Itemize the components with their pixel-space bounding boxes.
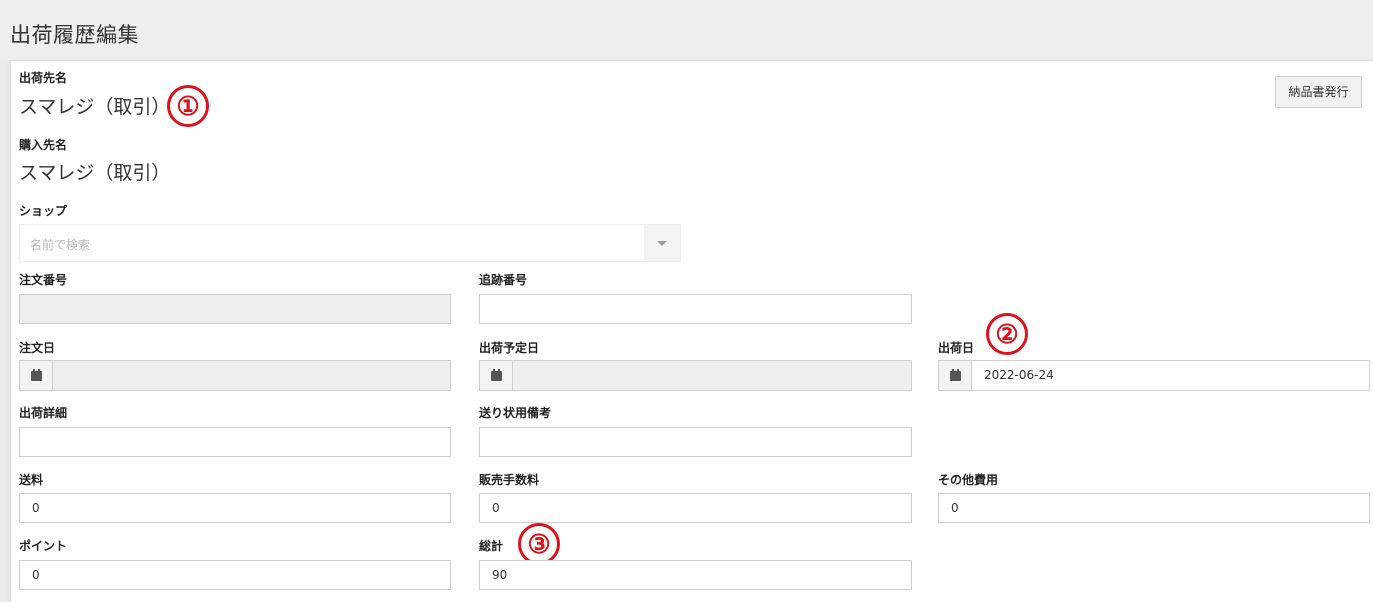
shop-label: ショップ bbox=[19, 204, 68, 218]
tracking-number-input[interactable] bbox=[479, 294, 912, 324]
total-input[interactable]: 90 bbox=[479, 560, 912, 590]
calendar-icon bbox=[950, 369, 961, 381]
shop-select-toggle[interactable] bbox=[644, 225, 680, 261]
invoice-note-label: 送り状用備考 bbox=[479, 406, 552, 420]
order-number-label: 注文番号 bbox=[19, 273, 68, 287]
buyer-label: 購入先名 bbox=[19, 138, 68, 152]
invoice-note-input[interactable] bbox=[479, 427, 912, 457]
calendar-icon bbox=[31, 369, 42, 381]
ship-date-label: 出荷日 bbox=[938, 341, 975, 355]
ship-to-label: 出荷先名 bbox=[19, 71, 68, 85]
page-title: 出荷履歴編集 bbox=[10, 23, 139, 47]
ship-details-input[interactable] bbox=[19, 427, 451, 457]
order-date-field bbox=[53, 361, 450, 390]
other-costs-input[interactable]: 0 bbox=[938, 493, 1370, 523]
edit-form-panel: 出荷先名 スマレジ（取引） ① 納品書発行 購入先名 スマレジ（取引） ショップ… bbox=[10, 60, 1373, 602]
page-header: 出荷履歴編集 bbox=[0, 0, 1373, 60]
points-label: ポイント bbox=[19, 539, 68, 553]
calendar-icon bbox=[491, 369, 502, 381]
order-date-label: 注文日 bbox=[19, 341, 56, 355]
shop-select[interactable]: 名前で検索 bbox=[19, 224, 681, 262]
scheduled-ship-date-label: 出荷予定日 bbox=[479, 341, 540, 355]
shop-select-placeholder: 名前で検索 bbox=[30, 238, 91, 252]
tracking-number-label: 追跡番号 bbox=[479, 273, 528, 287]
points-input[interactable]: 0 bbox=[19, 560, 451, 590]
chevron-down-icon bbox=[657, 241, 667, 246]
scheduled-ship-date-field bbox=[513, 361, 911, 390]
annotation-marker-2: ② bbox=[986, 313, 1028, 355]
ship-date-calendar-button[interactable] bbox=[939, 361, 972, 390]
shipping-fee-input[interactable]: 0 bbox=[19, 493, 451, 523]
shipping-fee-label: 送料 bbox=[19, 473, 44, 487]
sales-commission-label: 販売手数料 bbox=[479, 473, 540, 487]
annotation-marker-3: ③ bbox=[518, 523, 560, 565]
ship-date-group: 2022-06-24 bbox=[938, 360, 1370, 391]
ship-date-input[interactable]: 2022-06-24 bbox=[972, 361, 1369, 390]
issue-delivery-note-button[interactable]: 納品書発行 bbox=[1275, 76, 1362, 108]
scheduled-ship-date-group bbox=[479, 360, 912, 391]
order-date-group bbox=[19, 360, 451, 391]
scheduled-ship-date-calendar-button[interactable] bbox=[480, 361, 513, 390]
other-costs-label: その他費用 bbox=[938, 473, 999, 487]
order-date-calendar-button[interactable] bbox=[20, 361, 53, 390]
buyer-value: スマレジ（取引） bbox=[19, 162, 171, 184]
ship-to-value: スマレジ（取引） bbox=[19, 96, 171, 118]
ship-details-label: 出荷詳細 bbox=[19, 406, 68, 420]
sales-commission-input[interactable]: 0 bbox=[479, 493, 912, 523]
total-label: 総計 bbox=[479, 539, 504, 553]
order-number-field bbox=[19, 294, 451, 324]
annotation-marker-1: ① bbox=[167, 85, 209, 127]
